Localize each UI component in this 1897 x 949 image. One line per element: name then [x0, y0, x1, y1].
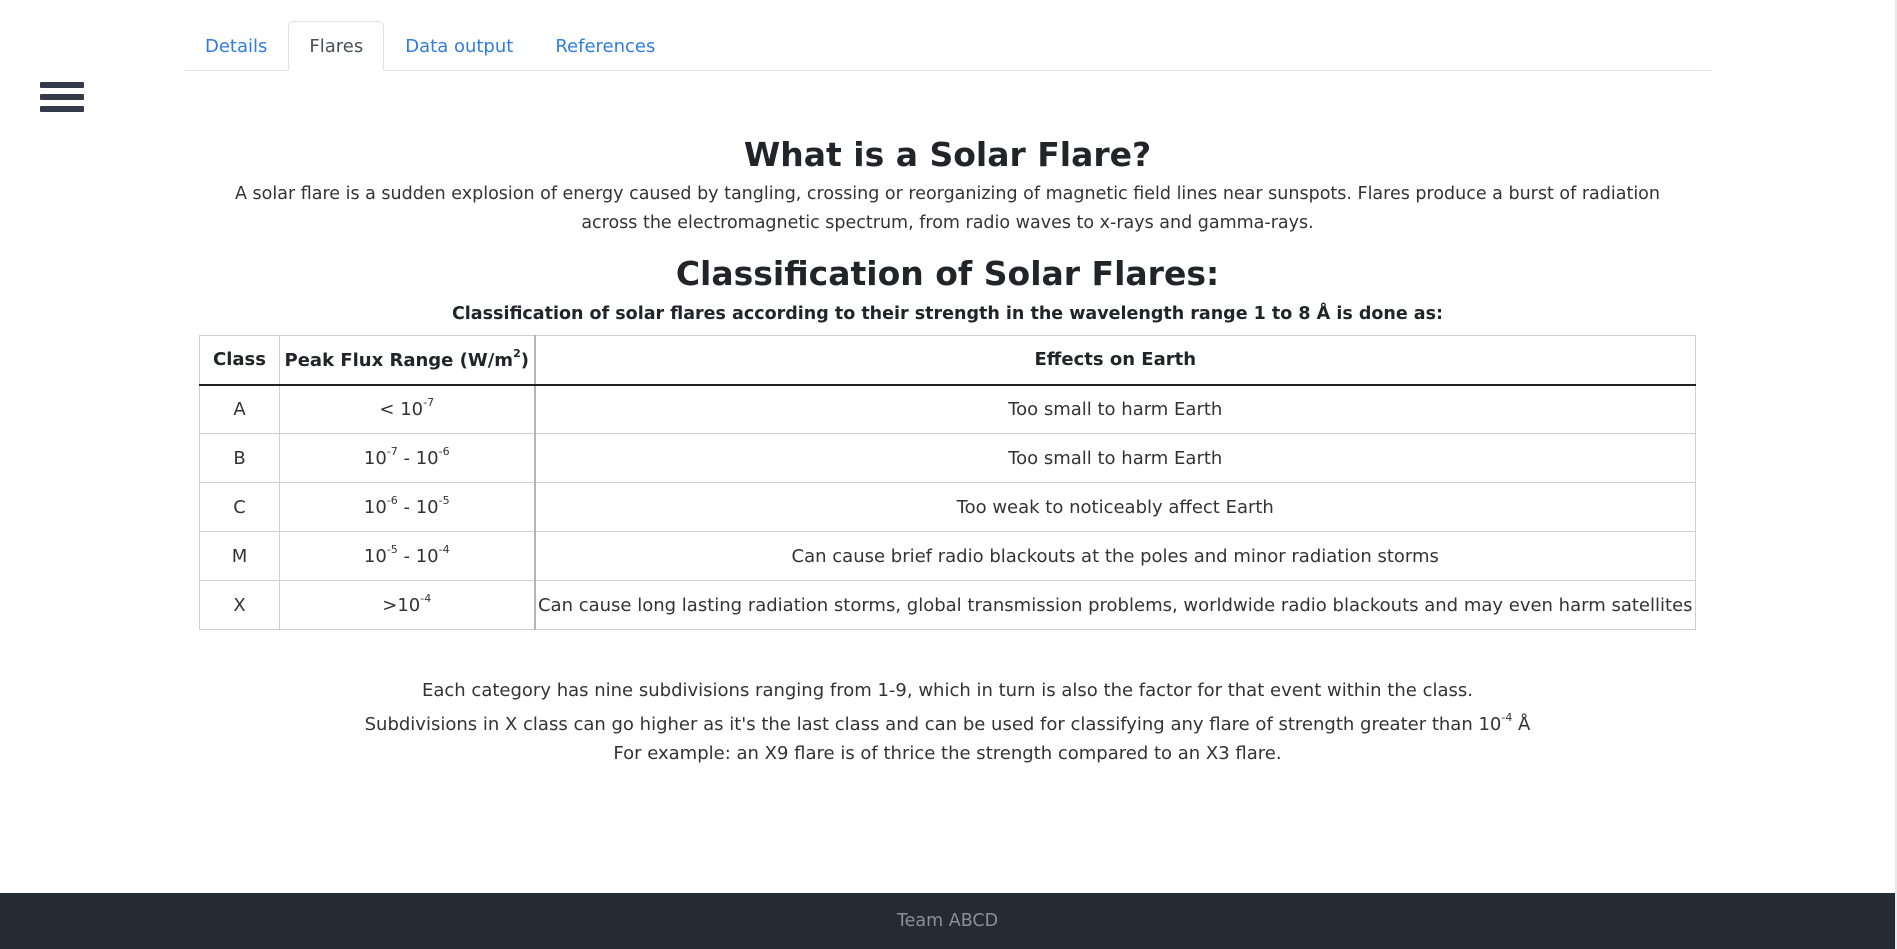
classification-subtitle: Classification of solar flares according… — [451, 304, 1444, 324]
cell-flux: < 10-7 — [279, 384, 536, 434]
flux-base: >10 — [382, 595, 421, 616]
flux-base: 10 — [363, 497, 387, 518]
cell-effect: Too small to harm Earth — [534, 384, 1696, 434]
flux-exp: -6 — [386, 494, 398, 507]
cell-flux: 10-5 - 10-4 — [279, 531, 536, 581]
cell-flux: 10-7 - 10-6 — [279, 433, 536, 483]
cell-class: A — [199, 384, 280, 434]
footer: Team ABCD — [0, 893, 1895, 949]
note-line-2: Subdivisions in X class can go higher as… — [184, 705, 1711, 739]
table-row: C 10-6 - 10-5 Too weak to noticeably aff… — [199, 482, 1696, 532]
cell-effect: Can cause brief radio blackouts at the p… — [534, 531, 1696, 581]
cell-class: X — [199, 580, 280, 630]
menu-bar — [40, 106, 84, 112]
header-effects: Effects on Earth — [534, 335, 1696, 386]
flux-upper: - 10 — [397, 546, 439, 567]
header-flux-sup: 2 — [513, 346, 521, 360]
header-flux-end: ) — [520, 349, 529, 371]
header-peak-flux: Peak Flux Range (W/m2) — [279, 335, 536, 386]
header-class: Class — [199, 335, 280, 386]
flux-exp: -7 — [386, 445, 398, 458]
tab-references[interactable]: References — [534, 21, 676, 71]
table-row: B 10-7 - 10-6 Too small to harm Earth — [199, 433, 1696, 483]
menu-bar — [40, 82, 84, 88]
flux-base: 10 — [363, 546, 387, 567]
cell-effect: Too small to harm Earth — [534, 433, 1696, 483]
flux-base: 10 — [363, 448, 387, 469]
flux-upper-exp: -5 — [438, 494, 450, 507]
flare-classification-table: Class Peak Flux Range (W/m2) Effects on … — [199, 335, 1696, 630]
tab-flares[interactable]: Flares — [288, 21, 385, 71]
hamburger-menu-icon[interactable] — [40, 82, 84, 120]
header-flux-text: Peak Flux Range (W/m — [284, 349, 514, 371]
table-row: A < 10-7 Too small to harm Earth — [199, 384, 1696, 434]
note-line-2-exp: -4 — [1501, 711, 1513, 724]
cell-effect: Can cause long lasting radiation storms,… — [534, 580, 1696, 630]
menu-bar — [40, 94, 84, 100]
intro-paragraph: A solar flare is a sudden explosion of e… — [235, 184, 1660, 233]
table-row: X >10-4 Can cause long lasting radiation… — [199, 580, 1696, 630]
flux-exp: -4 — [420, 592, 432, 605]
footer-text: Team ABCD — [896, 911, 999, 931]
flux-base: < 10 — [379, 399, 424, 421]
tab-details[interactable]: Details — [184, 21, 288, 71]
note-line-2-text: Subdivisions in X class can go higher as… — [364, 714, 1502, 735]
tab-bar: Details Flares Data output References — [184, 21, 1711, 71]
cell-class: C — [199, 482, 280, 532]
flux-upper-exp: -4 — [438, 543, 450, 556]
flux-upper: - 10 — [397, 497, 439, 518]
flux-upper: - 10 — [397, 448, 439, 469]
table-row: M 10-5 - 10-4 Can cause brief radio blac… — [199, 531, 1696, 581]
page-title: What is a Solar Flare? — [743, 135, 1152, 174]
notes-block: Each category has nine subdivisions rang… — [184, 676, 1711, 768]
cell-class: M — [199, 531, 280, 581]
note-line-3: For example: an X9 flare is of thrice th… — [613, 743, 1282, 764]
tab-data-output[interactable]: Data output — [384, 21, 534, 71]
flux-exp: -7 — [423, 396, 435, 410]
note-line-1: Each category has nine subdivisions rang… — [422, 680, 1473, 701]
cell-flux: 10-6 - 10-5 — [279, 482, 536, 532]
cell-class: B — [199, 433, 280, 483]
classification-title: Classification of Solar Flares: — [675, 254, 1220, 293]
flux-upper-exp: -6 — [438, 445, 450, 458]
main-content: What is a Solar Flare? A solar flare is … — [184, 130, 1711, 768]
table-header-row: Class Peak Flux Range (W/m2) Effects on … — [199, 335, 1696, 386]
note-line-2-unit: Å — [1512, 714, 1531, 735]
cell-flux: >10-4 — [279, 580, 536, 630]
flux-exp: -5 — [386, 543, 398, 556]
cell-effect: Too weak to noticeably affect Earth — [534, 482, 1696, 532]
